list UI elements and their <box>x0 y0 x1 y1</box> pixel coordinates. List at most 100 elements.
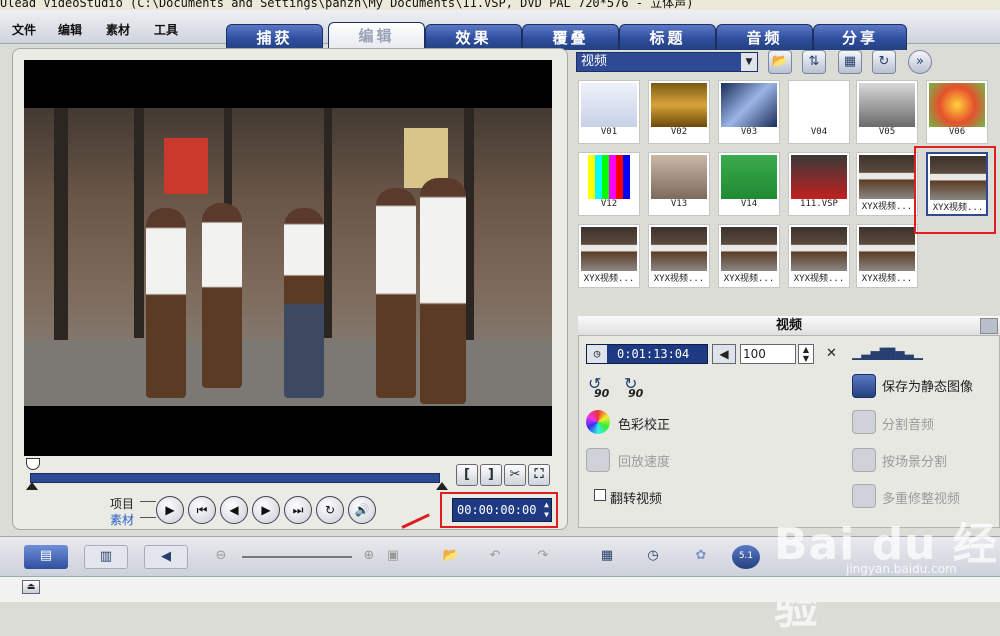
scrub-track[interactable] <box>30 473 440 483</box>
duration-field[interactable]: ◷ 0:01:13:04 <box>586 344 708 364</box>
thumbnail-caption: V06 <box>948 127 966 137</box>
fit-project-icon[interactable]: ▣ <box>382 545 404 569</box>
volume-stepper[interactable]: ▲ ▼ <box>798 344 814 364</box>
tab-overlay[interactable]: 覆叠 <box>522 24 619 50</box>
library-thumbnail[interactable]: XYX视频... <box>718 224 780 288</box>
tab-audio[interactable]: 音频 <box>716 24 813 50</box>
library-thumbnail[interactable]: XYX视频... <box>648 224 710 288</box>
scissors-icon[interactable]: ✂ <box>504 464 526 486</box>
undo-icon[interactable]: ↶ <box>478 545 512 569</box>
audio-view-icon[interactable]: ◀ <box>144 545 188 569</box>
library-thumbnail[interactable]: V12 <box>578 152 640 216</box>
tab-share[interactable]: 分享 <box>813 24 907 50</box>
save-still-icon[interactable] <box>852 374 876 398</box>
split-audio-label: 分割音频 <box>882 418 935 433</box>
library-thumbnail[interactable]: V13 <box>648 152 710 216</box>
tab-effects[interactable]: 效果 <box>425 24 522 50</box>
menu-clip[interactable]: 素材 <box>106 21 130 38</box>
thumbnail-caption: V13 <box>670 199 688 209</box>
chapter-point-icon[interactable]: ◷ <box>636 545 670 569</box>
fade-out-icon[interactable]: ▇▅▃▁ <box>886 346 923 360</box>
thumbnail-caption: XYX视频... <box>583 274 635 284</box>
track-manager-icon[interactable]: ✿ <box>684 545 718 569</box>
thumbnail-caption: XYX视频... <box>861 274 913 284</box>
library-thumbnail[interactable]: V05 <box>856 80 918 144</box>
rotate-left-label: 90 <box>594 387 610 400</box>
insert-media-icon[interactable]: 📂 <box>434 545 468 569</box>
menu-tools[interactable]: 工具 <box>154 21 178 38</box>
fade-in-icon[interactable]: ▁▃▅▇ <box>852 346 889 360</box>
timeline-area[interactable]: ⏏ <box>0 576 1000 602</box>
color-correction-label[interactable]: 色彩校正 <box>618 414 670 433</box>
eject-icon[interactable]: ⏏ <box>22 580 40 594</box>
library-thumbnail[interactable]: 111.VSP <box>788 152 850 216</box>
split-by-scene-icon <box>852 448 876 472</box>
thumbnail-caption: XYX视频... <box>861 202 913 212</box>
surround-sound-icon[interactable]: 5.1 <box>732 545 760 569</box>
thumbnail-image <box>859 227 915 271</box>
mute-icon[interactable]: ✕ <box>826 346 837 361</box>
menu-bar: 文件 编辑 素材 工具 捕获 编辑 效果 覆叠 标题 音频 分享 <box>0 10 1000 52</box>
zoom-out-icon[interactable]: ⊖ <box>210 545 232 569</box>
end-button[interactable]: ⏭ <box>284 496 312 524</box>
library-thumbnail[interactable]: XYX视频... <box>856 152 918 216</box>
trim-start-marker[interactable] <box>26 482 38 490</box>
play-button[interactable]: ▶ <box>156 496 184 524</box>
volume-field[interactable]: 100 <box>740 344 796 364</box>
trim-end-marker[interactable] <box>436 482 448 490</box>
scrub-handle[interactable] <box>26 458 40 470</box>
menu-edit[interactable]: 编辑 <box>58 21 82 38</box>
sort-icon[interactable]: ⇅ <box>802 50 826 74</box>
zoom-slider[interactable] <box>242 556 352 558</box>
library-thumbnail[interactable]: XYX视频... <box>856 224 918 288</box>
library-thumbnail[interactable]: V06 <box>926 80 988 144</box>
color-wheel-icon[interactable] <box>586 410 610 434</box>
video-preview[interactable] <box>24 60 552 456</box>
folder-open-icon[interactable]: 📂 <box>768 50 792 74</box>
smart-proxy-icon[interactable]: ▦ <box>590 545 624 569</box>
next-frame-button[interactable]: ▶ <box>252 496 280 524</box>
reverse-video-checkbox[interactable] <box>594 489 606 501</box>
library-thumbnail[interactable]: V01 <box>578 80 640 144</box>
speaker-icon[interactable]: ◀ <box>712 344 736 364</box>
redo-icon[interactable]: ↷ <box>526 545 560 569</box>
thumbnail-caption: XYX视频... <box>793 274 845 284</box>
library-category-select[interactable]: 视频 ▼ <box>576 52 758 72</box>
library-thumbnail[interactable]: XYX视频... <box>788 224 850 288</box>
timeline-view-icon[interactable]: ▥ <box>84 545 128 569</box>
mark-in-button[interactable]: [ <box>456 464 478 486</box>
expand-icon[interactable]: » <box>908 50 932 74</box>
previous-frame-button[interactable]: ◀ <box>220 496 248 524</box>
thumbnail-caption: V04 <box>810 127 828 137</box>
thumbnail-caption: V03 <box>740 127 758 137</box>
thumbnail-image <box>791 227 847 271</box>
library-thumbnail[interactable]: V14 <box>718 152 780 216</box>
options-header: 视频 <box>578 316 1000 336</box>
zoom-in-icon[interactable]: ⊕ <box>358 545 380 569</box>
mode-project-label[interactable]: 项目 <box>110 495 134 512</box>
enlarge-icon[interactable]: ⛶ <box>528 464 550 486</box>
volume-button[interactable]: 🔊 <box>348 496 376 524</box>
options-collapse[interactable] <box>980 318 998 334</box>
library-thumbnail[interactable]: V04 <box>788 80 850 144</box>
library-thumbnail[interactable]: V03 <box>718 80 780 144</box>
storyboard-view-icon[interactable]: ▤ <box>24 545 68 569</box>
thumbnail-image <box>651 155 707 199</box>
volume-value: 100 <box>743 347 766 361</box>
library-view-icon[interactable]: ▦ <box>838 50 862 74</box>
menu-file[interactable]: 文件 <box>12 21 36 38</box>
save-still-label[interactable]: 保存为静态图像 <box>882 376 973 395</box>
tab-capture[interactable]: 捕获 <box>226 24 323 50</box>
repeat-button[interactable]: ↻ <box>316 496 344 524</box>
reverse-video-label[interactable]: 翻转视频 <box>610 488 662 507</box>
home-button[interactable]: ⏮ <box>188 496 216 524</box>
thumbnail-caption: V01 <box>600 127 618 137</box>
library-manager-icon[interactable]: ↻ <box>872 50 896 74</box>
mode-clip-label[interactable]: 素材 <box>110 511 134 528</box>
watermark-url: jingyan.baidu.com <box>846 562 957 576</box>
thumbnail-image <box>581 83 637 127</box>
tab-title[interactable]: 标题 <box>619 24 716 50</box>
mark-out-button[interactable]: ] <box>480 464 502 486</box>
library-thumbnail[interactable]: XYX视频... <box>578 224 640 288</box>
library-thumbnail[interactable]: V02 <box>648 80 710 144</box>
